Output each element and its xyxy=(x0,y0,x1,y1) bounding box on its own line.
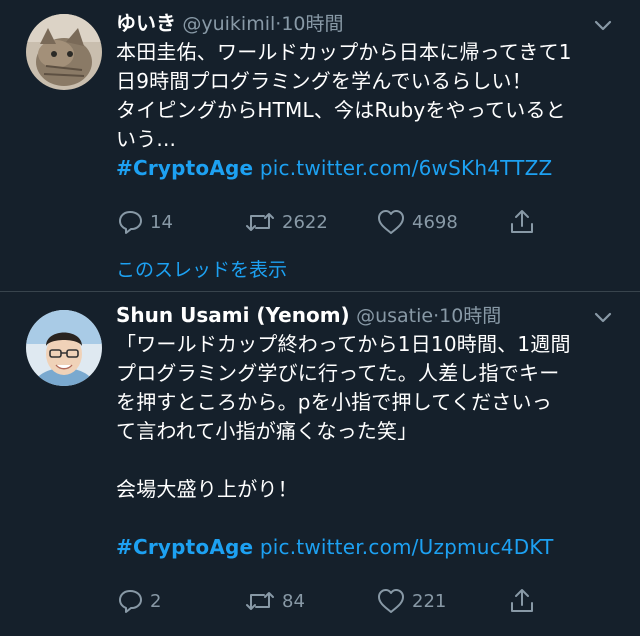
heart-icon xyxy=(376,208,406,236)
tweet-actions: 2 84 221 xyxy=(116,586,622,616)
avatar[interactable] xyxy=(26,14,102,90)
reply-button[interactable]: 2 xyxy=(116,587,244,615)
tweet-text: 本田圭佑、ワールドカップから日本に帰ってきて1 日9時間プログラミングを学んでい… xyxy=(116,38,622,183)
chevron-down-icon[interactable] xyxy=(592,14,614,36)
retweet-count: 84 xyxy=(282,590,305,612)
reply-count: 2 xyxy=(150,590,162,612)
tweet-text-body: 本田圭佑、ワールドカップから日本に帰ってきて1 日9時間プログラミングを学んでい… xyxy=(116,40,572,151)
user-handle[interactable]: @yuikimil xyxy=(182,13,275,35)
tweet-text: 「ワールドカップ終わってから1日10時間、1週間 プログラミング学びに行ってた。… xyxy=(116,330,622,562)
media-link[interactable]: pic.twitter.com/6wSKh4TTZZ xyxy=(260,156,553,180)
heart-icon xyxy=(376,587,406,615)
share-icon xyxy=(508,587,536,615)
reply-icon xyxy=(116,208,144,236)
display-name[interactable]: ゆいき xyxy=(116,11,176,35)
reply-button[interactable]: 14 xyxy=(116,208,244,236)
chevron-down-icon[interactable] xyxy=(592,306,614,328)
display-name[interactable]: Shun Usami (Yenom) xyxy=(116,303,350,327)
retweet-icon xyxy=(244,587,276,615)
tweet-header: ゆいき @yuikimil·10時間 xyxy=(116,8,622,38)
share-button[interactable] xyxy=(508,208,536,236)
retweet-button[interactable]: 2622 xyxy=(244,208,376,236)
avatar[interactable] xyxy=(26,310,102,386)
timestamp[interactable]: 10時間 xyxy=(439,305,501,327)
media-link[interactable]: pic.twitter.com/Uzpmuc4DKT xyxy=(260,535,554,559)
hashtag-link[interactable]: #CryptoAge xyxy=(116,156,253,180)
timestamp[interactable]: 10時間 xyxy=(281,13,343,35)
share-icon xyxy=(508,208,536,236)
tweet-actions: 14 2622 4698 xyxy=(116,207,622,237)
retweet-icon xyxy=(244,208,276,236)
tweet[interactable]: Shun Usami (Yenom) @usatie·10時間 「ワールドカップ… xyxy=(0,292,640,636)
hashtag-link[interactable]: #CryptoAge xyxy=(116,535,253,559)
show-thread-link[interactable]: このスレッドを表示 xyxy=(116,255,622,282)
like-count: 221 xyxy=(412,590,447,612)
reply-count: 14 xyxy=(150,211,173,233)
like-button[interactable]: 4698 xyxy=(376,208,508,236)
tweet-header: Shun Usami (Yenom) @usatie·10時間 xyxy=(116,300,622,330)
tweet[interactable]: ゆいき @yuikimil·10時間 本田圭佑、ワールドカップから日本に帰ってき… xyxy=(0,0,640,292)
like-button[interactable]: 221 xyxy=(376,587,508,615)
retweet-button[interactable]: 84 xyxy=(244,587,376,615)
like-count: 4698 xyxy=(412,211,458,233)
retweet-count: 2622 xyxy=(282,211,328,233)
share-button[interactable] xyxy=(508,587,536,615)
reply-icon xyxy=(116,587,144,615)
tweet-text-body: 「ワールドカップ終わってから1日10時間、1週間 プログラミング学びに行ってた。… xyxy=(116,332,571,501)
user-handle[interactable]: @usatie xyxy=(356,305,433,327)
